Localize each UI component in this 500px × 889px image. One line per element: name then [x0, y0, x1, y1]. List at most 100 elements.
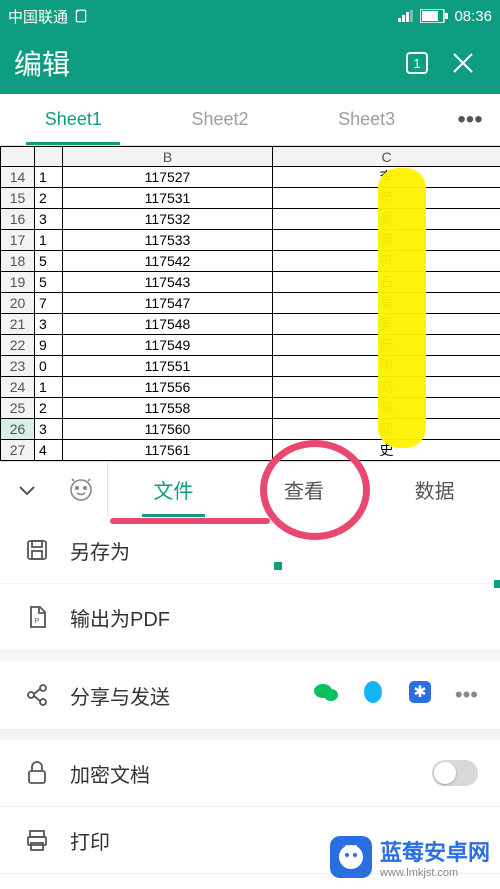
cell[interactable]: 9 [35, 335, 63, 356]
sheet-tabs: Sheet1 Sheet2 Sheet3 ••• [0, 94, 500, 146]
column-header-row: B C [1, 147, 500, 167]
selection-handle[interactable] [272, 560, 284, 572]
col-header-c[interactable]: C [273, 147, 500, 167]
assistant-button[interactable] [54, 462, 108, 517]
qq-icon[interactable] [361, 679, 385, 711]
cell[interactable]: 117543 [63, 272, 273, 293]
col-header-b[interactable]: B [63, 147, 273, 167]
sheet-more-button[interactable]: ••• [440, 94, 500, 145]
cell[interactable]: 3 [35, 209, 63, 230]
bottom-toolbar: 文件 查看 数据 [0, 461, 500, 517]
row-header[interactable]: 14 [1, 167, 35, 188]
row-header[interactable]: 22 [1, 335, 35, 356]
share-more-button[interactable]: ••• [455, 682, 478, 708]
tabs-button[interactable]: 1 [394, 40, 440, 86]
cell[interactable]: 117542 [63, 251, 273, 272]
annotation-underline [110, 518, 270, 524]
tab-data[interactable]: 数据 [369, 462, 500, 517]
file-menu: 另存为 P 输出为PDF 分享与发送 ✱ ••• 加密文档 打印 [0, 517, 500, 874]
cell[interactable]: 7 [35, 293, 63, 314]
cell[interactable]: 3 [35, 314, 63, 335]
tab-label: 数据 [415, 475, 455, 504]
table-row[interactable]: 274117561史 [1, 440, 500, 461]
cell[interactable]: 5 [35, 272, 63, 293]
tab-file[interactable]: 文件 [108, 462, 239, 517]
row-header[interactable]: 25 [1, 398, 35, 419]
cell[interactable]: 2 [35, 398, 63, 419]
sheet-tab-label: Sheet3 [338, 109, 395, 130]
row-header[interactable]: 16 [1, 209, 35, 230]
tab-label: 文件 [153, 475, 193, 504]
pdf-icon: P [22, 602, 52, 632]
row-header[interactable]: 20 [1, 293, 35, 314]
cell[interactable]: 117548 [63, 314, 273, 335]
menu-encrypt[interactable]: 加密文档 [0, 740, 500, 807]
menu-label: 另存为 [70, 536, 130, 565]
cell[interactable]: 117533 [63, 230, 273, 251]
cell[interactable]: 3 [35, 419, 63, 440]
cell[interactable]: 117560 [63, 419, 273, 440]
row-header[interactable]: 27 [1, 440, 35, 461]
sheet-tab-3[interactable]: Sheet3 [293, 94, 440, 145]
cell[interactable]: 2 [35, 188, 63, 209]
collapse-button[interactable] [0, 462, 54, 517]
watermark: 蓝莓安卓网 www.lmkjst.com [330, 835, 490, 879]
cell[interactable]: 117556 [63, 377, 273, 398]
cell[interactable]: 4 [35, 440, 63, 461]
save-icon [22, 535, 52, 565]
clock-label: 08:36 [454, 8, 492, 25]
cell[interactable]: 0 [35, 356, 63, 377]
wechat-icon[interactable] [313, 679, 339, 711]
row-header[interactable]: 26 [1, 419, 35, 440]
row-header[interactable]: 23 [1, 356, 35, 377]
watermark-name: 蓝莓安卓网 [380, 835, 490, 867]
menu-divider [0, 651, 500, 661]
close-button[interactable] [440, 40, 486, 86]
cell[interactable]: 117532 [63, 209, 273, 230]
encrypt-toggle[interactable] [432, 760, 478, 786]
row-header[interactable]: 21 [1, 314, 35, 335]
sheet-tab-label: Sheet2 [191, 109, 248, 130]
share-icon [22, 680, 52, 710]
cell[interactable]: 117549 [63, 335, 273, 356]
cell[interactable]: 117558 [63, 398, 273, 419]
cell[interactable]: 1 [35, 230, 63, 251]
cell[interactable]: 117547 [63, 293, 273, 314]
annotation-highlight [378, 168, 426, 448]
menu-share[interactable]: 分享与发送 ✱ ••• [0, 661, 500, 730]
selection-handle[interactable] [492, 578, 500, 590]
row-header[interactable]: 19 [1, 272, 35, 293]
row-header[interactable]: 17 [1, 230, 35, 251]
menu-save-as[interactable]: 另存为 [0, 517, 500, 584]
app-header: 编辑 1 [0, 32, 500, 94]
cell[interactable]: 117561 [63, 440, 273, 461]
status-bar: 中国联通 08:36 [0, 0, 500, 32]
watermark-url: www.lmkjst.com [380, 867, 490, 879]
sheet-tab-2[interactable]: Sheet2 [147, 94, 294, 145]
tab-view[interactable]: 查看 [239, 462, 370, 517]
cell[interactable]: 1 [35, 167, 63, 188]
cell[interactable]: 117527 [63, 167, 273, 188]
corner-cell[interactable] [1, 147, 35, 167]
row-header[interactable]: 15 [1, 188, 35, 209]
cell[interactable]: 5 [35, 251, 63, 272]
cell[interactable]: 117551 [63, 356, 273, 377]
menu-label: 打印 [70, 826, 110, 855]
svg-text:✱: ✱ [413, 684, 426, 701]
star-app-icon[interactable]: ✱ [407, 679, 433, 711]
sheet-tab-1[interactable]: Sheet1 [0, 94, 147, 145]
menu-export-pdf[interactable]: P 输出为PDF [0, 584, 500, 651]
col-header-a[interactable] [35, 147, 63, 167]
cell[interactable]: 1 [35, 377, 63, 398]
signal-icon [398, 10, 414, 22]
sim-icon [74, 9, 88, 23]
row-header[interactable]: 18 [1, 251, 35, 272]
svg-text:P: P [35, 618, 40, 625]
row-header[interactable]: 24 [1, 377, 35, 398]
tab-label: 查看 [284, 475, 324, 504]
menu-label: 分享与发送 [70, 681, 170, 710]
carrier-label: 中国联通 [8, 6, 68, 27]
battery-icon [420, 9, 448, 23]
menu-label: 输出为PDF [70, 603, 170, 632]
cell[interactable]: 117531 [63, 188, 273, 209]
